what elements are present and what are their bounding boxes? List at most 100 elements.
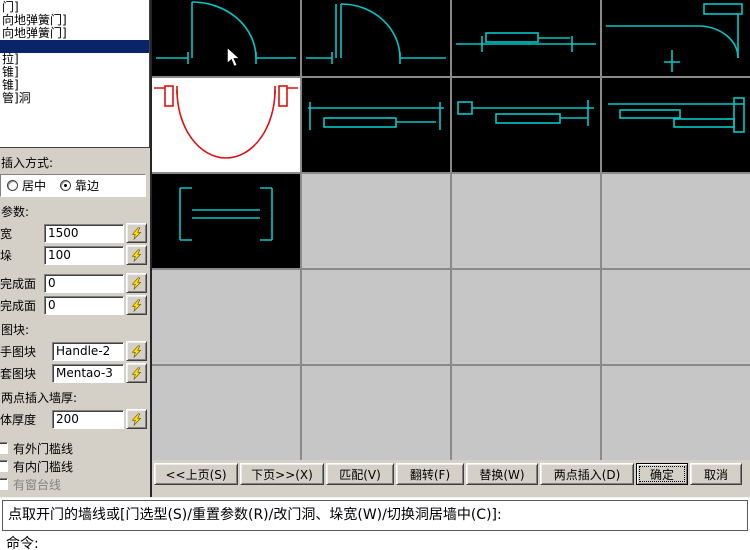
insert-mode-label: 插入方式: — [1, 154, 150, 171]
field-input[interactable] — [44, 296, 124, 315]
field-row: 完成面 — [0, 273, 147, 293]
radio-option[interactable]: 靠边 — [60, 177, 99, 194]
checkbox-label: 有窗台线 — [13, 476, 61, 493]
door-thumbnail-empty[interactable] — [602, 174, 750, 268]
blocks-label: 图块: — [1, 321, 150, 338]
pick-button[interactable] — [126, 245, 147, 265]
pick-button[interactable] — [126, 295, 147, 315]
door-thumbnail[interactable] — [302, 78, 450, 172]
command-prompt: 点取开门的墙线或[门选型(S)/重置参数(R)/改门洞、垛宽(W)/切换洞居墙中… — [8, 507, 502, 523]
pick-button[interactable] — [126, 223, 147, 243]
params-label: 参数: — [1, 203, 150, 220]
door-thumbnail-empty[interactable] — [452, 174, 600, 268]
door-thumbnail-empty[interactable] — [152, 366, 300, 460]
toolbar-button[interactable]: 两点插入(D) — [540, 463, 634, 485]
door-thumbnail-empty[interactable] — [302, 174, 450, 268]
field-label: 完成面 — [0, 297, 42, 314]
field-row: 手图块 — [0, 341, 147, 361]
field-row: 完成面 — [0, 295, 147, 315]
door-thumbnail[interactable] — [152, 0, 300, 76]
field-input[interactable] — [44, 246, 124, 265]
pick-icon — [130, 227, 143, 240]
door-thumbnail-selected[interactable] — [152, 78, 300, 172]
door-thumbnail-empty[interactable] — [602, 366, 750, 460]
pick-icon — [130, 299, 143, 312]
insert-mode-options: 居中 靠边 — [0, 174, 146, 197]
dialog-area: 门]向地弹簧门]向地弹簧门]拉]锥]锥]管]洞 插入方式: 居中靠边 参数: 宽… — [0, 0, 750, 497]
field-label: 垛 — [0, 247, 42, 264]
command-history[interactable]: 点取开门的墙线或[门选型(S)/重置参数(R)/改门洞、垛宽(W)/切换洞居墙中… — [2, 500, 748, 531]
pick-icon — [130, 277, 143, 290]
checkbox-row[interactable]: 有内门槛线 — [0, 457, 150, 475]
door-grid — [152, 0, 750, 460]
command-window: 点取开门的墙线或[门选型(S)/重置参数(R)/改门洞、垛宽(W)/切换洞居墙中… — [0, 497, 750, 550]
blocks-fields: 手图块 套图块 — [0, 341, 150, 383]
door-insert-dialog: 门]向地弹簧门]向地弹簧门]拉]锥]锥]管]洞 插入方式: 居中靠边 参数: 宽… — [0, 0, 750, 550]
radio-label: 居中 — [22, 177, 46, 194]
field-input[interactable] — [52, 364, 124, 383]
command-input-line[interactable]: 命令: — [0, 531, 750, 550]
checkbox-row[interactable]: 有外门槛线 — [0, 439, 150, 457]
toolbar-button[interactable]: 替换(W) — [466, 463, 538, 485]
tree-item[interactable]: 向地弹簧门] — [0, 27, 149, 40]
checkbox-label: 有内门槛线 — [13, 458, 73, 475]
field-input[interactable] — [52, 342, 124, 361]
checkbox-icon — [0, 460, 8, 472]
door-type-list[interactable]: 门]向地弹簧门]向地弹簧门]拉]锥]锥]管]洞 — [0, 0, 150, 148]
door-thumbnail[interactable] — [602, 78, 750, 172]
checkbox-row: 有窗台线 — [0, 475, 150, 493]
field-row: 垛 — [0, 245, 147, 265]
radio-icon — [7, 180, 18, 191]
door-thumbnail-empty[interactable] — [302, 366, 450, 460]
field-row: 宽 — [0, 223, 147, 243]
pick-button[interactable] — [126, 341, 147, 361]
pick-icon — [130, 367, 143, 380]
door-thumbnail[interactable] — [602, 0, 750, 76]
field-input[interactable] — [52, 410, 124, 429]
pick-icon — [130, 249, 143, 262]
tree-item[interactable]: 拉] — [0, 53, 149, 66]
checkbox-icon — [0, 478, 8, 490]
field-label: 完成面 — [0, 275, 42, 292]
tree-item[interactable]: 锥] — [0, 66, 149, 79]
door-thumbnail[interactable] — [302, 0, 450, 76]
toolbar-button[interactable]: 下页>>(X) — [240, 463, 324, 485]
pick-icon — [130, 413, 143, 426]
right-panel: <<上页(S)下页>>(X)匹配(V)翻转(F)替换(W)两点插入(D)确定取消 — [150, 0, 750, 497]
tree-item[interactable] — [0, 40, 149, 53]
wall-label: 两点插入墙厚: — [1, 389, 150, 406]
wall-fields: 体厚度 — [0, 409, 150, 429]
door-thumbnail-empty[interactable] — [302, 270, 450, 364]
field-label: 体厚度 — [0, 411, 50, 428]
field-label: 宽 — [0, 225, 42, 242]
pick-button[interactable] — [126, 273, 147, 293]
pick-button[interactable] — [126, 409, 147, 429]
field-input[interactable] — [44, 274, 124, 293]
radio-icon — [60, 180, 71, 191]
field-row: 体厚度 — [0, 409, 147, 429]
toolbar-button[interactable]: 匹配(V) — [326, 463, 394, 485]
pick-button[interactable] — [126, 363, 147, 383]
left-panel: 门]向地弹簧门]向地弹簧门]拉]锥]锥]管]洞 插入方式: 居中靠边 参数: 宽… — [0, 0, 150, 497]
toolbar-button[interactable]: 取消 — [690, 463, 742, 485]
door-thumbnail-empty[interactable] — [602, 270, 750, 364]
field-label: 套图块 — [0, 365, 50, 382]
door-thumbnail-empty[interactable] — [452, 366, 600, 460]
toolbar-button[interactable]: 翻转(F) — [396, 463, 464, 485]
door-thumbnail[interactable] — [152, 174, 300, 268]
door-thumbnail-empty[interactable] — [452, 270, 600, 364]
door-thumbnail[interactable] — [452, 78, 600, 172]
field-label: 手图块 — [0, 343, 50, 360]
toolbar-button[interactable]: <<上页(S) — [154, 463, 238, 485]
toolbar: <<上页(S)下页>>(X)匹配(V)翻转(F)替换(W)两点插入(D)确定取消 — [152, 460, 750, 486]
params-fields: 宽 垛 完成面 完成面 — [0, 223, 150, 315]
door-thumbnail-empty[interactable] — [152, 270, 300, 364]
radio-label: 靠边 — [75, 177, 99, 194]
checkbox-label: 有外门槛线 — [13, 440, 73, 457]
door-thumbnail[interactable] — [452, 0, 600, 76]
ok-button[interactable]: 确定 — [636, 463, 688, 485]
checkbox-icon — [0, 442, 8, 454]
field-input[interactable] — [44, 224, 124, 243]
tree-item[interactable]: 管]洞 — [0, 92, 149, 105]
radio-option[interactable]: 居中 — [7, 177, 46, 194]
